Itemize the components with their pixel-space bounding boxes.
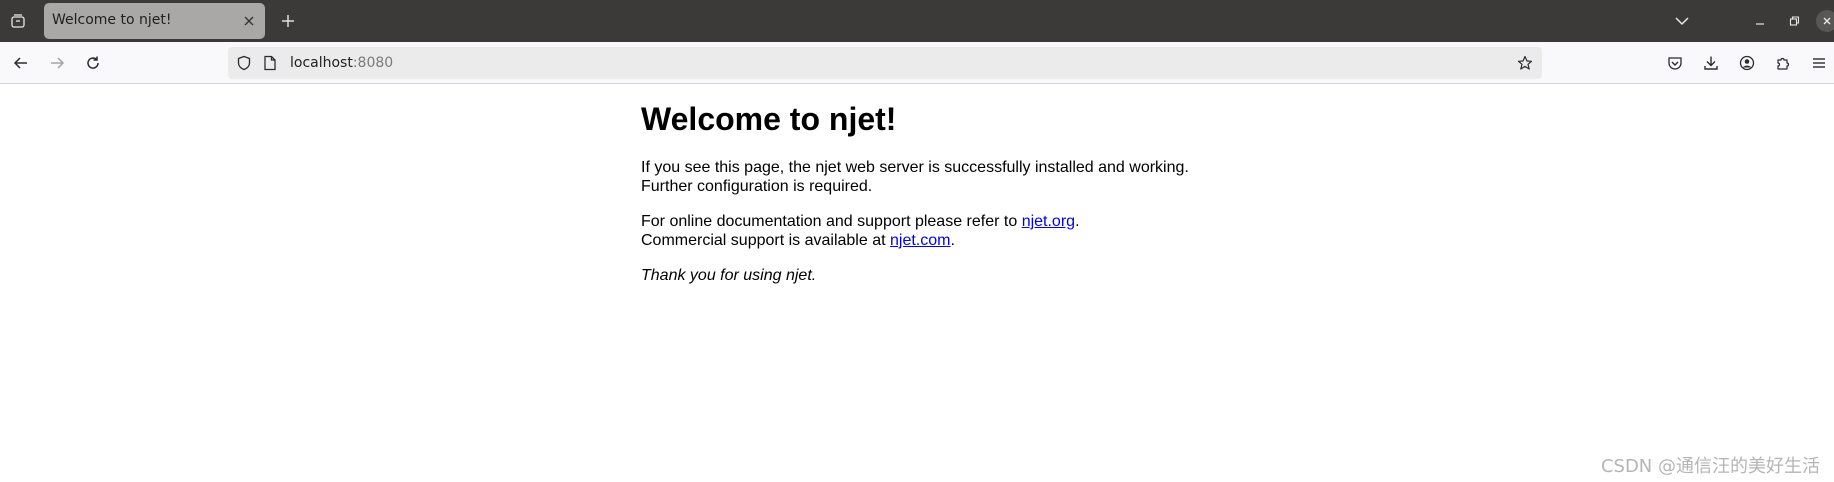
tab-title: Welcome to njet! bbox=[52, 12, 172, 28]
address-bar[interactable]: localhost:8080 bbox=[228, 47, 1542, 79]
arrow-right-icon bbox=[51, 57, 65, 69]
chevron-down-icon bbox=[1675, 17, 1689, 26]
tab-strip: Welcome to njet! bbox=[0, 0, 1834, 42]
window-close-button[interactable] bbox=[1816, 10, 1834, 32]
url-host: localhost bbox=[290, 55, 353, 71]
page-icon bbox=[264, 55, 276, 71]
app-menu-button[interactable] bbox=[1804, 48, 1834, 78]
intro-paragraph: If you see this page, the njet web serve… bbox=[641, 158, 1341, 196]
reload-button[interactable] bbox=[78, 48, 108, 78]
hamburger-icon bbox=[1813, 58, 1825, 68]
window-restore-button[interactable] bbox=[1782, 9, 1806, 33]
download-icon bbox=[1704, 56, 1718, 70]
tracking-protection-button[interactable] bbox=[234, 53, 254, 73]
account-icon bbox=[1739, 55, 1755, 71]
intro-line-2: Further configuration is required. bbox=[641, 178, 873, 195]
extensions-button[interactable] bbox=[1768, 48, 1798, 78]
navigation-toolbar: localhost:8080 bbox=[0, 42, 1834, 84]
arrow-left-icon bbox=[13, 57, 27, 69]
pocket-button[interactable] bbox=[1660, 48, 1690, 78]
close-icon bbox=[244, 16, 254, 26]
downloads-button[interactable] bbox=[1696, 48, 1726, 78]
tab-list-icon bbox=[11, 14, 25, 28]
docs-text-end: . bbox=[1075, 213, 1080, 230]
tab-close-button[interactable] bbox=[239, 11, 259, 31]
njet-com-link[interactable]: njet.com bbox=[890, 232, 950, 249]
puzzle-icon bbox=[1777, 57, 1790, 70]
back-button[interactable] bbox=[6, 48, 36, 78]
tab-active[interactable]: Welcome to njet! bbox=[44, 3, 265, 39]
reload-icon bbox=[87, 56, 99, 69]
new-tab-button[interactable] bbox=[274, 7, 302, 35]
forward-button[interactable] bbox=[42, 48, 72, 78]
bookmark-button[interactable] bbox=[1514, 52, 1536, 74]
shield-icon bbox=[237, 55, 251, 71]
url-port: :8080 bbox=[352, 55, 394, 71]
support-paragraph: For online documentation and support ple… bbox=[641, 212, 1341, 250]
page-title: Welcome to njet! bbox=[641, 101, 897, 137]
intro-line-1: If you see this page, the njet web serve… bbox=[641, 159, 1189, 176]
minimize-icon bbox=[1756, 23, 1764, 25]
account-button[interactable] bbox=[1732, 48, 1762, 78]
thanks-paragraph: Thank you for using njet. bbox=[641, 266, 1341, 285]
star-icon bbox=[1517, 55, 1533, 70]
close-icon bbox=[1823, 17, 1831, 25]
url-text[interactable]: localhost:8080 bbox=[290, 55, 393, 71]
commercial-text-end: . bbox=[950, 232, 955, 249]
thanks-text: Thank you for using njet. bbox=[641, 267, 817, 284]
plus-icon bbox=[282, 15, 294, 27]
docs-text: For online documentation and support ple… bbox=[641, 213, 1022, 230]
site-info-button[interactable] bbox=[260, 53, 280, 73]
commercial-text: Commercial support is available at bbox=[641, 232, 890, 249]
watermark: CSDN @通信汪的美好生活 bbox=[1600, 456, 1820, 477]
list-all-tabs-button[interactable] bbox=[1668, 7, 1696, 35]
restore-icon bbox=[1789, 16, 1800, 26]
page-content: Welcome to njet! If you see this page, t… bbox=[641, 100, 1341, 301]
tab-list-button[interactable] bbox=[4, 7, 32, 35]
window-minimize-button[interactable] bbox=[1748, 9, 1772, 33]
pocket-icon bbox=[1668, 57, 1682, 70]
njet-org-link[interactable]: njet.org bbox=[1022, 213, 1075, 230]
